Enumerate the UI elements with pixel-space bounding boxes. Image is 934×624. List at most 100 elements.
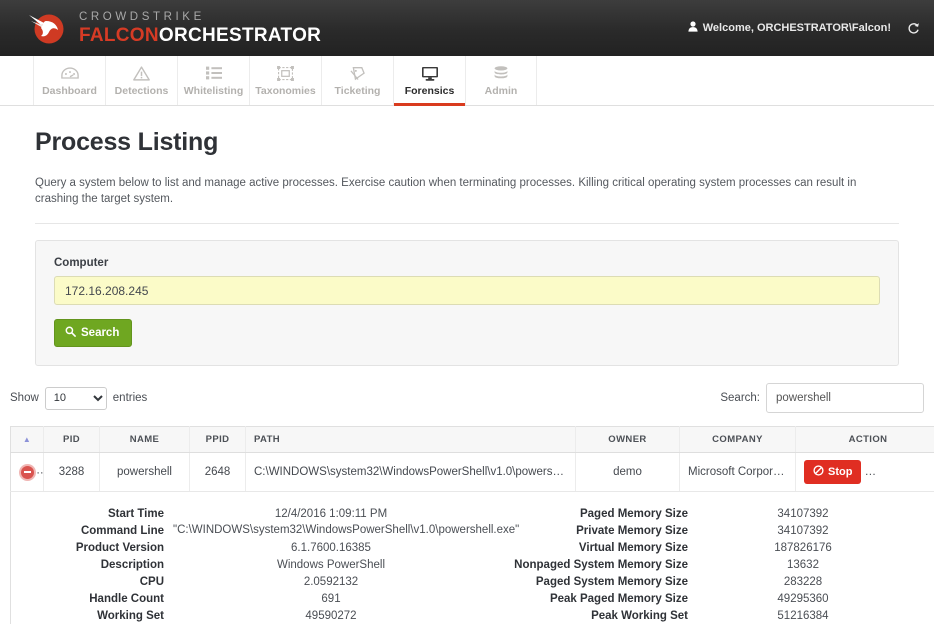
detail-item-start-time: Start Time 12/4/2016 1:09:11 PM — [11, 506, 489, 522]
nav-item-ticketing[interactable]: Ticketing — [321, 56, 393, 105]
cell-owner: demo — [576, 453, 680, 492]
table-header-row: ▲ PID NAME PPID PATH OWNER COMPANY ACTIO… — [11, 427, 934, 453]
magnifier-icon — [65, 326, 76, 340]
show-label: Show — [10, 392, 39, 404]
detail-value: 187826176 — [697, 540, 909, 556]
detail-label: CPU — [11, 574, 173, 590]
detail-item-handle-count: Handle Count 691 — [11, 591, 489, 607]
detail-value: 49295360 — [697, 591, 909, 607]
detail-label: Start Time — [11, 506, 173, 522]
search-button-label: Search — [81, 327, 119, 339]
memory-dump-button[interactable]: Memory — [871, 460, 934, 484]
computer-input[interactable] — [54, 276, 880, 305]
column-header-path[interactable]: PATH — [246, 427, 576, 453]
detail-value: 12/4/2016 1:09:11 PM — [173, 506, 489, 522]
list-icon — [206, 65, 222, 82]
detail-item-paged-memory-size: Paged Memory Size 34107392 — [489, 506, 909, 522]
table-search-label: Search: — [720, 392, 760, 404]
detail-value: 283228 — [697, 574, 909, 590]
detail-item-working-set: Working Set 49590272 — [11, 608, 489, 624]
search-button[interactable]: Search — [54, 319, 132, 347]
detail-item-paged-system-memory-size: Paged System Memory Size 283228 — [489, 574, 909, 590]
nav-item-whitelisting[interactable]: Whitelisting — [177, 56, 249, 105]
desktop-monitor-icon — [421, 65, 439, 82]
row-expand-cell[interactable] — [11, 453, 44, 492]
detail-value: "C:\WINDOWS\system32\WindowsPowerShell\v… — [173, 523, 378, 539]
detail-label: Description — [11, 557, 173, 573]
datatable-controls: Show 10 25 50 100 entries Search: — [10, 383, 924, 413]
detail-value: 51216384 — [697, 608, 909, 624]
detail-item-description: Description Windows PowerShell — [11, 557, 489, 573]
nav-label-admin: Admin — [485, 85, 518, 97]
object-group-icon — [277, 65, 294, 82]
page-length-select[interactable]: 10 25 50 100 — [45, 387, 107, 410]
page-title: Process Listing — [35, 128, 899, 157]
detail-value: 13632 — [697, 557, 909, 573]
detail-left-column: Start Time 12/4/2016 1:09:11 PM Command … — [11, 506, 489, 624]
brand-falcon-text: FALCON — [79, 25, 159, 46]
detail-value: 49590272 — [173, 608, 489, 624]
brand-logo[interactable]: CROWDSTRIKE FALCONORCHESTRATOR — [26, 7, 321, 49]
nav-item-admin[interactable]: Admin — [465, 56, 537, 105]
process-detail-panel: Start Time 12/4/2016 1:09:11 PM Command … — [11, 492, 934, 624]
cell-company: Microsoft Corporation — [680, 453, 796, 492]
table-search-input[interactable] — [766, 383, 924, 413]
header-right-controls: Welcome, ORCHESTRATOR\Falcon! — [688, 21, 920, 35]
page-length-control: Show 10 25 50 100 entries — [10, 387, 147, 410]
column-header-pid[interactable]: PID — [44, 427, 100, 453]
detail-value: 691 — [173, 591, 489, 607]
nav-item-detections[interactable]: Detections — [105, 56, 177, 105]
table-search-control: Search: — [720, 383, 924, 413]
warning-triangle-icon — [133, 65, 150, 82]
tags-icon — [349, 65, 366, 82]
detail-item-cpu: CPU 2.0592132 — [11, 574, 489, 590]
column-header-ppid[interactable]: PPID — [190, 427, 246, 453]
nav-item-dashboard[interactable]: Dashboard — [33, 56, 105, 105]
brand-orchestrator-text: ORCHESTRATOR — [159, 25, 321, 46]
detail-label: Peak Working Set — [489, 608, 697, 624]
detail-label: Product Version — [11, 540, 173, 556]
cell-action: Stop Memory — [796, 453, 934, 492]
main-navigation: Dashboard Detections Whitelisting — [0, 56, 934, 106]
nav-label-forensics: Forensics — [405, 85, 455, 97]
column-header-company[interactable]: COMPANY — [680, 427, 796, 453]
detail-label: Virtual Memory Size — [489, 540, 697, 556]
detail-label: Private Memory Size — [489, 523, 697, 539]
page-content: Process Listing Query a system below to … — [0, 128, 934, 366]
detail-label: Nonpaged System Memory Size — [489, 557, 697, 573]
stop-button-label: Stop — [828, 466, 852, 478]
nav-label-detections: Detections — [115, 85, 169, 97]
entries-label: entries — [113, 392, 148, 404]
detail-label: Working Set — [11, 608, 173, 624]
column-header-action[interactable]: ACTION — [796, 427, 934, 453]
sort-ascending-icon: ▲ — [23, 435, 31, 444]
column-header-owner[interactable]: OWNER — [576, 427, 680, 453]
detail-item-peak-paged-memory-size: Peak Paged Memory Size 49295360 — [489, 591, 909, 607]
detail-item-private-memory-size: Private Memory Size 34107392 — [489, 523, 909, 539]
crowdstrike-falcon-logo-icon — [26, 7, 68, 49]
nav-label-dashboard: Dashboard — [42, 85, 97, 97]
detail-item-peak-working-set: Peak Working Set 51216384 — [489, 608, 909, 624]
welcome-user[interactable]: Welcome, ORCHESTRATOR\Falcon! — [688, 21, 891, 35]
refresh-icon[interactable] — [907, 22, 920, 35]
process-table: ▲ PID NAME PPID PATH OWNER COMPANY ACTIO… — [10, 426, 934, 624]
computer-query-panel: Computer Search — [35, 240, 899, 366]
computer-field-label: Computer — [54, 257, 880, 269]
detail-right-column: Paged Memory Size 34107392 Private Memor… — [489, 506, 909, 624]
circle-minus-icon[interactable] — [19, 464, 36, 481]
detail-value: 34107392 — [697, 523, 909, 539]
stop-process-button[interactable]: Stop — [804, 460, 861, 484]
detail-label: Paged Memory Size — [489, 506, 697, 522]
section-divider — [35, 223, 899, 224]
nav-item-taxonomies[interactable]: Taxonomies — [249, 56, 321, 105]
download-icon — [880, 465, 891, 479]
table-row[interactable]: 3288 powershell 2648 C:\WINDOWS\system32… — [11, 453, 934, 492]
column-header-expand[interactable]: ▲ — [11, 427, 44, 453]
table-detail-row: Start Time 12/4/2016 1:09:11 PM Command … — [11, 492, 934, 624]
top-header-bar: CROWDSTRIKE FALCONORCHESTRATOR Welcome, … — [0, 0, 934, 56]
nav-item-forensics[interactable]: Forensics — [393, 56, 465, 105]
detail-item-product-version: Product Version 6.1.7600.16385 — [11, 540, 489, 556]
detail-item-nonpaged-system-memory-size: Nonpaged System Memory Size 13632 — [489, 557, 909, 573]
detail-value: 6.1.7600.16385 — [173, 540, 489, 556]
column-header-name[interactable]: NAME — [100, 427, 190, 453]
